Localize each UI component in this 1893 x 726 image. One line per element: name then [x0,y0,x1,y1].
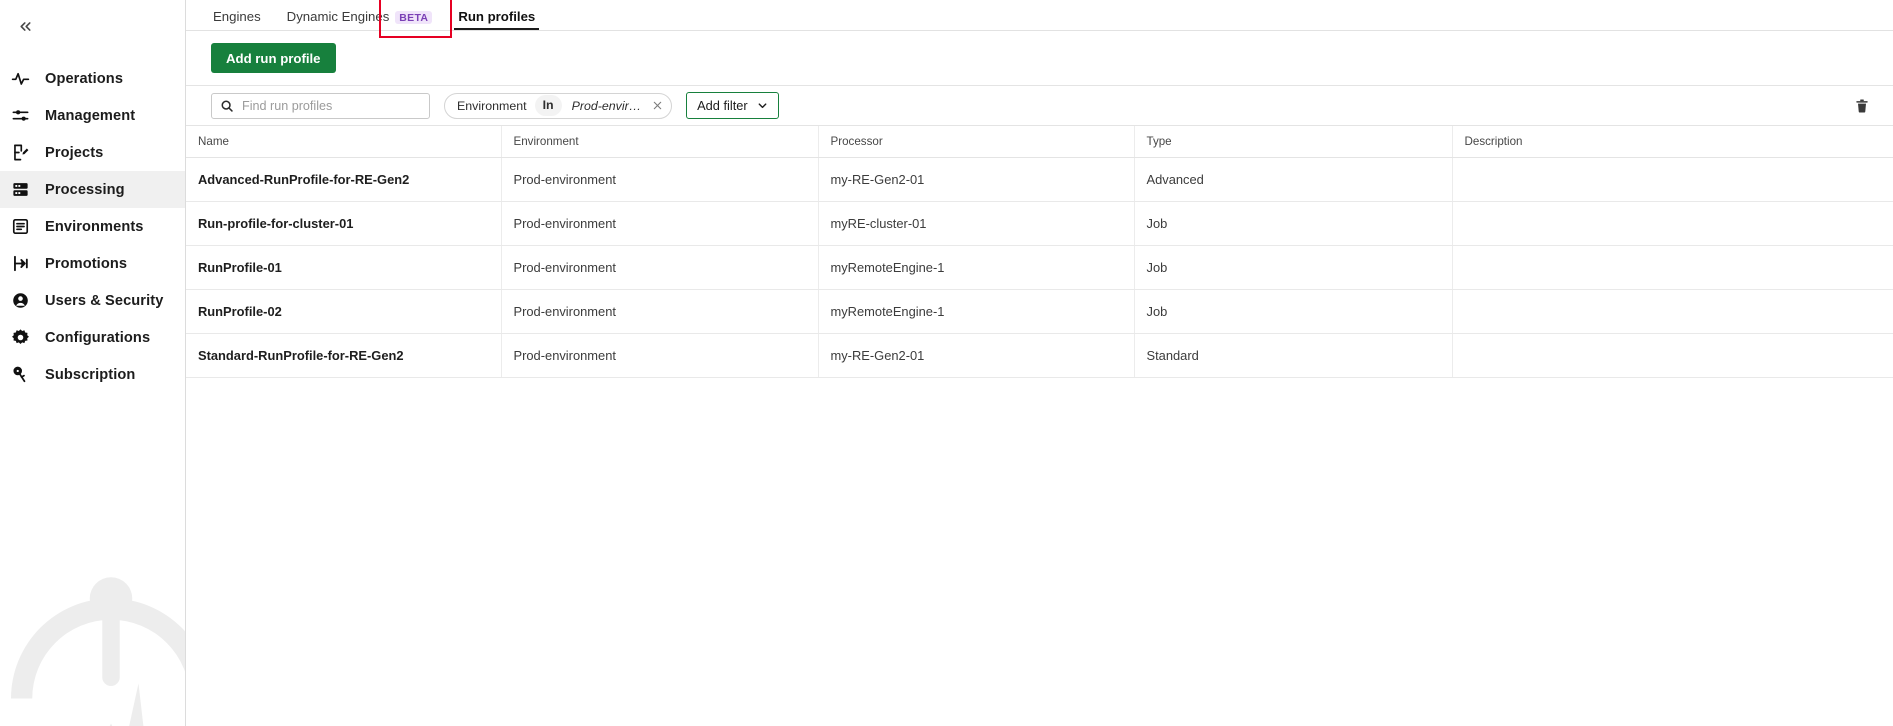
branch-arrow-icon [10,253,31,274]
sidebar-item-processing[interactable]: Processing [0,171,185,208]
sliders-icon [10,105,31,126]
tab-label: Dynamic Engines [286,8,390,24]
sidebar-item-projects[interactable]: Projects [0,134,185,171]
cell-description [1452,157,1893,202]
application-root: Operations Management Projects Processin… [0,0,1893,726]
sidebar-item-promotions[interactable]: Promotions [0,245,185,282]
cell-processor: myRE-cluster-01 [818,201,1135,246]
sidebar-item-label: Operations [45,70,124,87]
collapse-sidebar-button[interactable] [12,13,38,39]
sidebar-item-users-security[interactable]: Users & Security [0,282,185,319]
cell-environment: Prod-environment [501,289,819,334]
cell-description [1452,245,1893,290]
delete-button[interactable] [1849,93,1875,119]
table-header-row: Name Environment Processor Type Descript… [186,126,1893,158]
table-row[interactable]: RunProfile-02 Prod-environment myRemoteE… [186,289,1893,334]
file-edit-icon [10,142,31,163]
cell-processor: my-RE-Gen2-01 [818,333,1135,378]
gear-icon [10,327,31,348]
column-header-name[interactable]: Name [186,126,502,158]
key-icon [10,364,31,385]
chevron-down-icon [757,100,768,111]
cell-processor: myRemoteEngine-1 [818,245,1135,290]
cell-type: Standard [1134,333,1453,378]
table-head: Name Environment Processor Type Descript… [186,126,1893,158]
cell-name[interactable]: Advanced-RunProfile-for-RE-Gen2 [186,157,502,202]
sidebar: Operations Management Projects Processin… [0,0,186,726]
cell-processor: my-RE-Gen2-01 [818,157,1135,202]
cell-name[interactable]: RunProfile-02 [186,289,502,334]
cell-name[interactable]: RunProfile-01 [186,245,502,290]
filter-chip-field: Environment [457,98,527,113]
sidebar-item-environments[interactable]: Environments [0,208,185,245]
sidebar-item-management[interactable]: Management [0,97,185,134]
beta-badge: BETA [395,10,433,24]
sidebar-nav: Operations Management Projects Processin… [0,60,185,393]
run-profiles-table: Name Environment Processor Type Descript… [186,126,1893,378]
column-header-description[interactable]: Description [1452,126,1893,158]
sidebar-item-operations[interactable]: Operations [0,60,185,97]
run-profiles-table-container: Name Environment Processor Type Descript… [186,126,1893,726]
filter-chip-value: Prod-envir… [571,98,642,113]
table-row[interactable]: Standard-RunProfile-for-RE-Gen2 Prod-env… [186,333,1893,378]
main-content: Engines Dynamic Engines BETA Run profile… [186,0,1893,726]
cell-name[interactable]: Standard-RunProfile-for-RE-Gen2 [186,333,502,378]
tab-label: Run profiles [458,8,536,24]
cell-environment: Prod-environment [501,157,819,202]
sidebar-item-subscription[interactable]: Subscription [0,356,185,393]
sidebar-header [0,0,185,52]
add-filter-label: Add filter [697,98,748,113]
cell-type: Job [1134,289,1453,334]
sidebar-item-label: Projects [45,144,104,161]
table-row[interactable]: Run-profile-for-cluster-01 Prod-environm… [186,201,1893,246]
cell-type: Job [1134,201,1453,246]
server-stack-icon [10,179,31,200]
tab-bar: Engines Dynamic Engines BETA Run profile… [186,0,1893,38]
sidebar-item-label: Configurations [45,329,151,346]
cell-environment: Prod-environment [501,201,819,246]
add-filter-button[interactable]: Add filter [686,92,779,119]
trash-icon [1856,98,1868,113]
tab-engines[interactable]: Engines [200,10,274,30]
table-row[interactable]: Advanced-RunProfile-for-RE-Gen2 Prod-env… [186,157,1893,202]
tab-label: Engines [213,8,261,24]
table-body: Advanced-RunProfile-for-RE-Gen2 Prod-env… [186,157,1893,378]
cell-type: Job [1134,245,1453,290]
sidebar-item-label: Processing [45,181,125,198]
cell-processor: myRemoteEngine-1 [818,289,1135,334]
sidebar-item-label: Management [45,107,136,124]
column-header-type[interactable]: Type [1134,126,1453,158]
activity-pulse-icon [10,68,31,89]
close-icon[interactable] [647,96,667,116]
cell-environment: Prod-environment [501,333,819,378]
cell-description [1452,289,1893,334]
column-header-processor[interactable]: Processor [818,126,1135,158]
sidebar-item-label: Subscription [45,366,136,383]
filter-chip-operator: In [534,95,562,116]
double-chevron-left-icon [19,21,31,31]
filter-bar: Environment In Prod-envir… Add filter [186,85,1893,126]
table-row[interactable]: RunProfile-01 Prod-environment myRemoteE… [186,245,1893,290]
cell-type: Advanced [1134,157,1453,202]
add-run-profile-button[interactable]: Add run profile [211,43,336,73]
list-box-icon [10,216,31,237]
sidebar-item-label: Environments [45,218,144,235]
cell-description [1452,333,1893,378]
filter-chip-environment[interactable]: Environment In Prod-envir… [444,92,673,119]
search-input[interactable] [211,92,430,119]
user-circle-icon [10,290,31,311]
search-box [211,92,430,119]
sidebar-item-label: Promotions [45,255,128,272]
cell-name[interactable]: Run-profile-for-cluster-01 [186,201,502,246]
tab-dynamic-engines[interactable]: Dynamic Engines BETA [274,10,446,31]
column-header-environment[interactable]: Environment [501,126,819,158]
sidebar-item-label: Users & Security [45,292,164,309]
tab-run-profiles[interactable]: Run profiles [445,8,548,31]
cell-description [1452,201,1893,246]
cell-environment: Prod-environment [501,245,819,290]
toolbar: Add run profile [186,31,1893,85]
brand-watermark-logo [11,577,185,726]
sidebar-item-configurations[interactable]: Configurations [0,319,185,356]
